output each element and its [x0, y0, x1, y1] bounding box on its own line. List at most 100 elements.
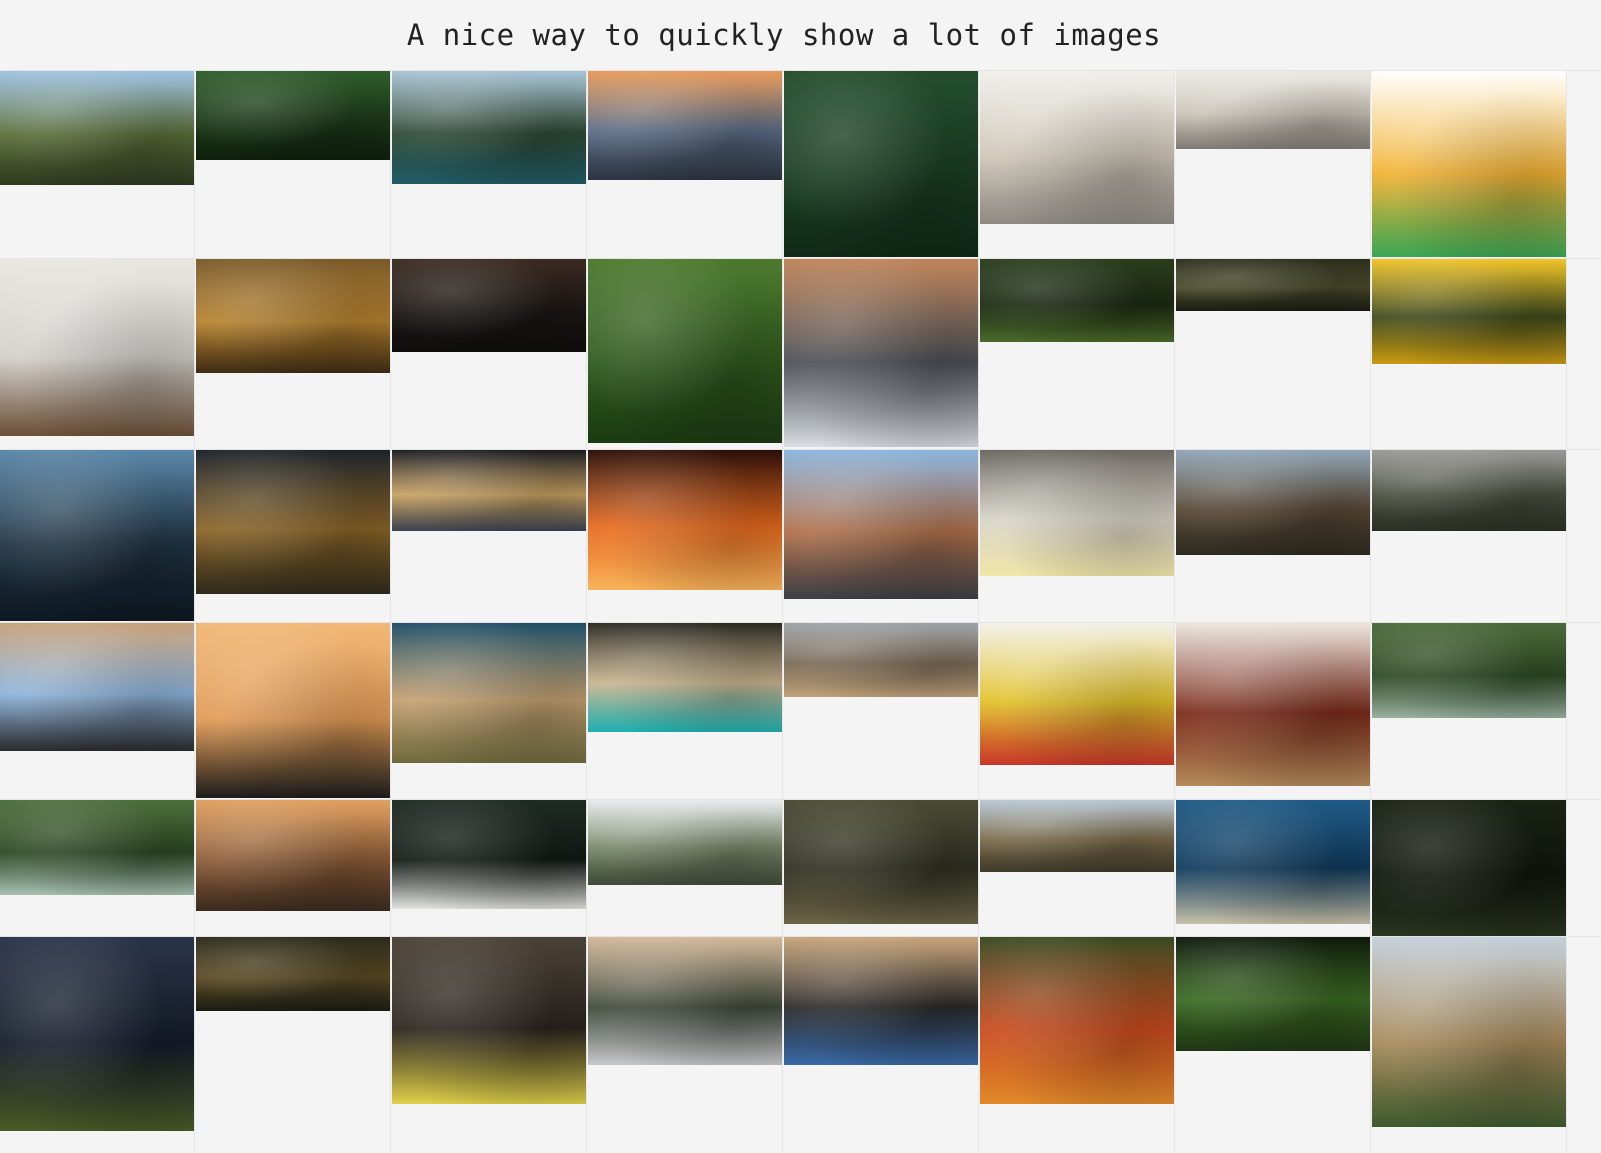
photo-aerial-palm-terraces[interactable] — [588, 259, 782, 443]
gallery-cell — [196, 800, 391, 937]
photo-elephant-herd[interactable] — [784, 623, 978, 697]
photo-texture — [980, 800, 1174, 872]
gallery-row — [0, 936, 1601, 1153]
gallery-cell — [0, 800, 195, 937]
photo-texture — [1176, 259, 1370, 311]
photo-campfire-flames[interactable] — [588, 450, 782, 590]
photo-jungle-leaves[interactable] — [196, 71, 390, 160]
photo-texture — [588, 800, 782, 885]
photo-texture — [1176, 623, 1370, 786]
gallery-cell — [0, 259, 195, 450]
photo-bedroom-lamp-night[interactable] — [392, 259, 586, 352]
photo-foggy-ridge[interactable] — [1372, 450, 1566, 531]
photo-texture — [1372, 937, 1566, 1127]
photo-texture — [1372, 259, 1566, 364]
photo-hotel-building[interactable] — [784, 450, 978, 599]
gallery-cell — [392, 800, 587, 937]
photo-pie-on-table[interactable] — [1176, 623, 1370, 786]
gallery-cell — [1176, 450, 1371, 623]
gallery-cell — [1176, 259, 1371, 450]
gallery-row — [0, 70, 1601, 259]
photo-snowy-plateau[interactable] — [588, 800, 782, 885]
photo-colorful-mountains[interactable] — [1372, 937, 1566, 1127]
photo-dark-forest-aerial[interactable] — [1372, 800, 1566, 936]
photo-aerial-beach-forest[interactable] — [588, 623, 782, 732]
photo-coastal-path[interactable] — [980, 800, 1174, 872]
photo-aerial-islands[interactable] — [1176, 800, 1370, 924]
photo-texture — [784, 259, 978, 447]
photo-mountain-cabin-snow[interactable] — [784, 259, 978, 447]
gallery-cell — [392, 450, 587, 623]
photo-sunflower-field[interactable] — [1372, 259, 1566, 364]
photo-texture — [0, 259, 194, 436]
photo-autumn-forest-aerial[interactable] — [980, 937, 1174, 1104]
photo-fallen-tree-forest[interactable] — [784, 800, 978, 924]
photo-tree-tunnel-road[interactable] — [196, 937, 390, 1011]
photo-texture — [392, 623, 586, 763]
photo-dining-room-desk[interactable] — [0, 259, 194, 436]
photo-milky-way-field[interactable] — [0, 937, 194, 1131]
photo-laptop-in-bag[interactable] — [588, 937, 782, 1065]
photo-gummy-worms[interactable] — [1372, 71, 1566, 257]
gallery-cell — [1176, 71, 1371, 259]
photo-greenhouse-pond[interactable] — [0, 800, 194, 895]
photo-texture — [588, 937, 782, 1065]
photo-texture — [392, 450, 586, 531]
photo-texture — [1176, 937, 1370, 1051]
gallery-cell — [1372, 937, 1567, 1153]
gallery-cell — [0, 623, 195, 800]
gallery-cell — [196, 71, 391, 259]
photo-texture — [392, 800, 586, 909]
gallery-cell — [1372, 259, 1567, 450]
photo-texture — [588, 623, 782, 732]
photo-texture — [588, 71, 782, 180]
photo-texture — [784, 937, 978, 1065]
photo-mountain-valley-road[interactable] — [0, 71, 194, 185]
gallery-cell — [196, 259, 391, 450]
photo-office-lounge-lamp[interactable] — [980, 71, 1174, 224]
photo-power-pylon-sunset[interactable] — [196, 623, 390, 798]
photo-misty-mountain-peaks[interactable] — [0, 450, 194, 621]
photo-texture — [980, 450, 1174, 576]
photo-texture — [784, 800, 978, 924]
photo-greenhouse-plants[interactable] — [1372, 623, 1566, 718]
photo-tablet-on-desk[interactable] — [0, 623, 194, 751]
photo-house-in-dark-forest[interactable] — [392, 800, 586, 909]
photo-city-bridge-night[interactable] — [392, 450, 586, 531]
gallery-cell — [1372, 71, 1567, 259]
gallery-cell — [196, 450, 391, 623]
photo-texture — [196, 800, 390, 911]
photo-office-lounge-wide[interactable] — [1176, 71, 1370, 149]
gallery-cell — [588, 450, 783, 623]
photo-texture — [196, 623, 390, 798]
gallery-cell — [980, 800, 1175, 937]
photo-texture — [1176, 800, 1370, 924]
photo-coffee-table-plant[interactable] — [980, 450, 1174, 576]
photo-desert-hills[interactable] — [392, 623, 586, 763]
photo-sunset-clouds-sea[interactable] — [588, 71, 782, 180]
photo-pine-needles[interactable] — [1176, 937, 1370, 1051]
photo-graffiti-wall[interactable] — [980, 623, 1174, 765]
gallery-cell — [980, 259, 1175, 450]
photo-forest-waterfall[interactable] — [980, 259, 1174, 342]
photo-texture — [980, 71, 1174, 224]
photo-person-with-laptop[interactable] — [784, 937, 978, 1065]
photo-mountain-lake[interactable] — [392, 71, 586, 184]
photo-plane-over-forest[interactable] — [784, 71, 978, 257]
gallery-cell — [1176, 937, 1371, 1153]
photo-texture — [392, 937, 586, 1104]
page-title: A nice way to quickly show a lot of imag… — [406, 18, 1162, 52]
photo-texture — [0, 450, 194, 621]
gallery-row — [0, 799, 1601, 937]
photo-mossy-rocks[interactable] — [1176, 259, 1370, 311]
photo-blue-tit-bird[interactable] — [392, 937, 586, 1104]
photo-autumn-larch-forest[interactable] — [196, 259, 390, 373]
gallery-cell — [784, 623, 979, 800]
photo-rock-arch-sunset[interactable] — [196, 800, 390, 911]
photo-mountain-sunrise-valley[interactable] — [1176, 450, 1370, 555]
photo-texture — [784, 450, 978, 599]
photo-texture — [392, 259, 586, 352]
gallery-row — [0, 449, 1601, 623]
photo-texture — [1372, 623, 1566, 718]
photo-glowing-tree-night[interactable] — [196, 450, 390, 594]
